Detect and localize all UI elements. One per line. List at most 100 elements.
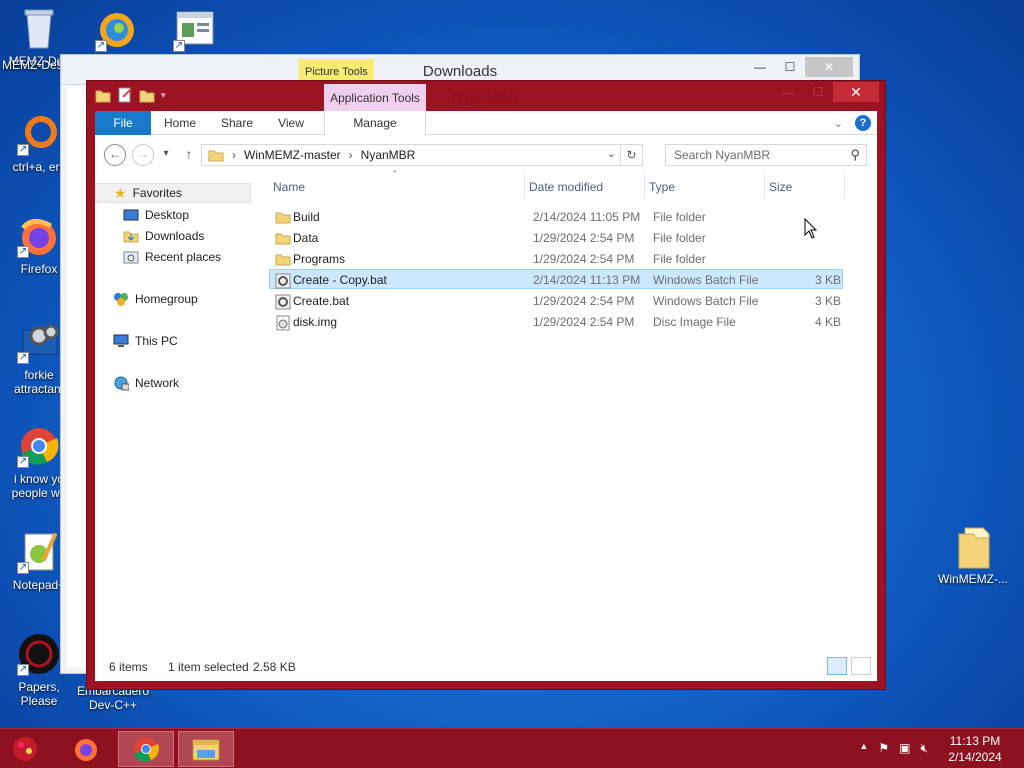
desktop-icon-browser[interactable]: ↗ [78,8,156,56]
forward-button[interactable]: → [132,144,154,166]
clock[interactable]: 11:13 PM 2/14/2024 [940,733,1010,765]
search-placeholder: Search NyanMBR [674,148,771,162]
downloads-folder-icon [123,231,139,243]
explorer-titlebar[interactable]: ▾ Application Tools NyanMBR — ☐ ✕ [87,81,885,114]
taskbar: ▲ ⚑ ▣ 🔇︎ 11:13 PM 2/14/2024 [0,728,1024,768]
search-input[interactable]: Search NyanMBR ⚲ [665,144,867,166]
file-name: Data [293,231,319,245]
file-name: Create - Copy.bat [293,273,387,287]
minimize-button[interactable]: — [773,82,803,102]
file-type: Disc Image File [653,315,736,329]
tab-home[interactable]: Home [157,111,203,135]
file-row[interactable]: Programs 1/29/2024 2:54 PM File folder [269,249,843,269]
status-bar: 6 items 1 item selected 2.58 KB [95,653,877,681]
nav-desktop[interactable]: Desktop [123,205,189,225]
tab-manage[interactable]: Manage [324,111,426,136]
column-header-date-modified[interactable]: Date modified [525,175,645,199]
taskbar-firefox[interactable] [58,731,114,767]
breadcrumb-nyanmbr[interactable]: NyanMBR [361,148,416,162]
action-center-flag-icon[interactable]: ⚑ [878,741,889,756]
recent-locations-button[interactable]: ▾ [155,144,177,166]
notepad-plus-plus-icon: ↗ [17,530,61,574]
minimize-button[interactable]: — [745,57,775,77]
downloads-title: Downloads [422,63,498,80]
nav-label: This PC [135,334,178,348]
shortcut-arrow-icon: ↗ [17,456,29,468]
address-bar[interactable]: › WinMEMZ-master › NyanMBR ⌄ ↻ [201,144,643,166]
file-row[interactable]: disk.img 1/29/2024 2:54 PM Disc Image Fi… [269,312,843,332]
file-row-selected[interactable]: Create - Copy.bat 2/14/2024 11:13 PM Win… [269,269,843,289]
file-type: Windows Batch File [653,273,759,287]
system-tray: ▲ ⚑ ▣ 🔇︎ [859,741,928,756]
nav-homegroup[interactable]: Homegroup [113,289,198,309]
file-type: File folder [653,210,706,224]
close-button[interactable]: ✕ [833,82,879,102]
file-row[interactable]: Build 2/14/2024 11:05 PM File folder [269,207,843,227]
nav-network[interactable]: Network [113,373,179,393]
taskbar-file-explorer[interactable] [178,731,234,767]
breadcrumb-winmemz-master[interactable]: WinMEMZ-master [244,148,341,162]
nav-recent-places[interactable]: Recent places [123,247,221,267]
ribbon-tabs: File Home Share View Manage ⌄ ? [95,111,877,136]
search-icon[interactable]: ⚲ [850,147,860,163]
help-icon[interactable]: ? [855,115,871,131]
shortcut-arrow-icon: ↗ [17,246,29,258]
tray-overflow-icon[interactable]: ▲ [859,741,868,756]
expand-ribbon-icon[interactable]: ⌄ [834,117,843,130]
explorer-client: File Home Share View Manage ⌄ ? ← → ▾ ↑ … [95,111,877,681]
desktop-icon-label: WinMEMZ-... [938,572,1008,586]
file-name: Build [293,210,320,224]
large-icons-view-button[interactable] [851,657,871,675]
nav-downloads[interactable]: Downloads [123,226,204,246]
file-date: 1/29/2024 2:54 PM [533,315,635,329]
file-name: disk.img [293,315,338,329]
details-view-button[interactable] [827,657,847,675]
recent-places-icon [123,251,139,264]
taskbar-chrome[interactable] [118,731,174,767]
status-item-count: 6 items [109,660,148,674]
nav-this-pc[interactable]: This PC [113,331,178,351]
file-name: Programs [293,252,346,266]
file-type: Windows Batch File [653,294,759,308]
close-button[interactable]: ✕ [805,57,853,77]
shortcut-arrow-icon: ↗ [173,40,185,52]
network-icon[interactable]: ▣ [899,741,910,756]
refresh-icon[interactable]: ↻ [620,145,642,165]
desktop-icon-label: Papers, Please [18,680,60,708]
explorer-window[interactable]: ▾ Application Tools NyanMBR — ☐ ✕ File H… [86,80,886,690]
address-dropdown-icon[interactable]: ⌄ [607,147,616,160]
volume-muted-icon[interactable]: 🔇︎ [920,741,928,756]
tab-view[interactable]: View [271,111,311,135]
file-size: 3 KB [814,294,841,308]
up-button[interactable]: ↑ [178,144,200,166]
file-row[interactable]: Create.bat 1/29/2024 2:54 PM Windows Bat… [269,291,843,311]
start-orb-icon [13,737,37,761]
tab-share[interactable]: Share [215,111,259,135]
column-header-type[interactable]: Type [645,175,765,199]
start-button[interactable] [0,731,50,767]
file-date: 2/14/2024 11:05 PM [533,210,641,224]
nav-favorites[interactable]: ★ Favorites [95,183,251,203]
file-type: File folder [653,231,706,245]
breadcrumb-separator-icon[interactable]: › [232,148,236,162]
disc-image-icon [276,315,290,331]
desktop-icon-window-app[interactable]: ↗ [156,8,234,56]
file-row[interactable]: Data 1/29/2024 2:54 PM File folder [269,228,843,248]
navigation-bar: ← → ▾ ↑ › WinMEMZ-master › NyanMBR ⌄ ↻ S… [95,140,877,170]
file-date: 1/29/2024 2:54 PM [533,252,635,266]
back-button[interactable]: ← [104,144,126,166]
nav-label: Downloads [145,229,205,243]
firefox-icon [75,739,97,761]
status-selection-size: 2.58 KB [253,660,296,674]
tab-file[interactable]: File [95,111,151,135]
breadcrumb-separator-icon[interactable]: › [349,148,353,162]
column-header-size[interactable]: Size [765,175,845,199]
app-window-icon: ↗ [173,8,217,52]
shortcut-arrow-icon: ↗ [17,562,29,574]
desktop-icon-winmemz-folder[interactable]: WinMEMZ-... [934,524,1012,586]
column-header-name[interactable]: Name [269,175,525,199]
chrome-icon [134,737,159,762]
maximize-button[interactable]: ☐ [803,82,833,102]
edge-icon: ↗ [95,8,139,52]
maximize-button[interactable]: ☐ [775,57,805,77]
